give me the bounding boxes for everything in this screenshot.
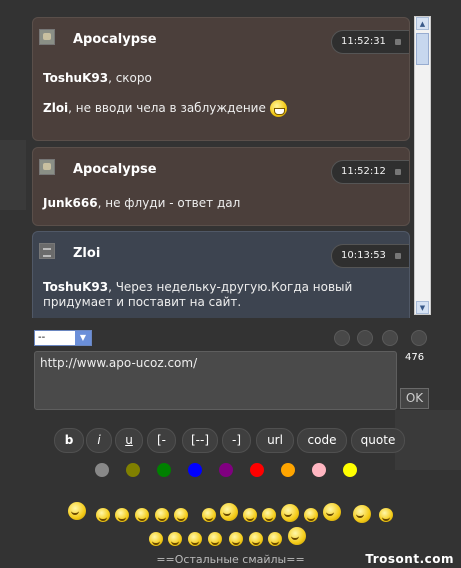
chat-message-list[interactable]: Apocalypse 11:52:31 ToshuK93, скоро Zloi… — [26, 12, 432, 318]
message-text: , не вводи чела в заблуждение — [68, 101, 266, 115]
smiley-icon[interactable] — [188, 532, 202, 546]
delete-icon[interactable] — [395, 39, 401, 45]
smiley-icon[interactable] — [220, 503, 238, 521]
smiley-icon[interactable] — [304, 508, 318, 522]
message-body: ToshuK93, скоро — [43, 71, 399, 86]
smiley-icon[interactable] — [208, 532, 222, 546]
chat-message: Apocalypse 11:52:31 ToshuK93, скоро Zloi… — [32, 17, 410, 141]
avatar — [39, 159, 55, 175]
arrow-icon[interactable] — [411, 330, 427, 346]
char-counter: 476 — [405, 352, 425, 363]
scroll-down-icon[interactable]: ▼ — [416, 301, 429, 314]
watermark: Trosont.com — [365, 552, 454, 566]
undo-icon[interactable] — [334, 330, 350, 346]
smiley-icon[interactable] — [379, 508, 393, 522]
message-input[interactable]: http://www.apo-ucoz.com/ — [34, 351, 397, 410]
color-pink[interactable] — [312, 463, 326, 477]
smiley-icon[interactable] — [115, 508, 129, 522]
message-body: Junk666, не флуди - ответ дал — [43, 196, 399, 211]
delete-icon[interactable] — [395, 169, 401, 175]
select-value: -- — [38, 332, 46, 343]
smiley-icon[interactable] — [168, 532, 182, 546]
smiley-icon[interactable] — [249, 532, 263, 546]
nick-link[interactable]: Zloi — [43, 101, 68, 115]
color-gray[interactable] — [95, 463, 109, 477]
message-text: , скоро — [108, 71, 152, 85]
italic-button[interactable]: i — [86, 428, 112, 453]
chat-message: Apocalypse 11:52:12 Junk666, не флуди - … — [32, 147, 410, 226]
nick-link[interactable]: Junk666 — [43, 196, 98, 210]
smiley-icon[interactable] — [135, 508, 149, 522]
smiley-icon[interactable] — [323, 503, 341, 521]
message-text: придумает и поставит на сайт. — [43, 295, 242, 309]
bold-button[interactable]: b — [54, 428, 84, 453]
message-text: , Через недельку-другую.Когда новый — [108, 280, 353, 294]
chat-scrollbar[interactable]: ▲ ▼ — [414, 16, 431, 315]
smiley-icon[interactable] — [149, 532, 163, 546]
message-body: ToshuK93, Через недельку-другую.Когда но… — [43, 280, 399, 310]
code-button[interactable]: code — [297, 428, 347, 453]
message-author[interactable]: Zloi — [73, 246, 100, 261]
message-time: 10:13:53 — [331, 244, 409, 268]
smiley-icon[interactable] — [68, 502, 86, 520]
message-author[interactable]: Apocalypse — [73, 32, 157, 47]
color-purple[interactable] — [219, 463, 233, 477]
color-green[interactable] — [157, 463, 171, 477]
color-yellow[interactable] — [343, 463, 357, 477]
message-time: 11:52:31 — [331, 30, 409, 54]
send-button[interactable]: OK — [400, 388, 429, 409]
refresh-icon[interactable] — [357, 330, 373, 346]
align-center-button[interactable]: [--] — [182, 428, 218, 453]
grin-icon — [269, 100, 287, 117]
align-right-button[interactable]: -] — [222, 428, 251, 453]
smiley-icon[interactable] — [262, 508, 276, 522]
smiley-icon[interactable] — [96, 508, 110, 522]
chevron-down-icon[interactable]: ▼ — [75, 331, 91, 345]
scroll-up-icon[interactable]: ▲ — [416, 17, 429, 30]
scroll-thumb[interactable] — [416, 33, 429, 65]
options-icon[interactable] — [382, 330, 398, 346]
color-olive[interactable] — [126, 463, 140, 477]
smiley-icon[interactable] — [268, 532, 282, 546]
message-text: , не флуди - ответ дал — [97, 196, 241, 210]
time-label: 11:52:12 — [341, 166, 386, 177]
color-orange[interactable] — [281, 463, 295, 477]
smiley-icon[interactable] — [174, 508, 188, 522]
smiley-icon[interactable] — [288, 527, 306, 545]
quote-button[interactable]: quote — [351, 428, 405, 453]
nick-link[interactable]: ToshuK93 — [43, 71, 108, 85]
message-body: Zloi, не вводи чела в заблуждение — [43, 100, 399, 117]
underline-button[interactable]: u — [115, 428, 143, 453]
time-label: 11:52:31 — [341, 36, 386, 47]
delete-icon[interactable] — [395, 253, 401, 259]
color-red[interactable] — [250, 463, 264, 477]
avatar — [39, 243, 55, 259]
smiley-icon[interactable] — [281, 504, 299, 522]
message-time: 11:52:12 — [331, 160, 409, 184]
avatar — [39, 29, 55, 45]
color-blue[interactable] — [188, 463, 202, 477]
smiley-icon[interactable] — [155, 508, 169, 522]
smiley-icon[interactable] — [243, 508, 257, 522]
smiley-icon[interactable] — [353, 505, 371, 523]
align-left-button[interactable]: [- — [147, 428, 176, 453]
url-button[interactable]: url — [256, 428, 294, 453]
smiley-icon[interactable] — [202, 508, 216, 522]
message-author[interactable]: Apocalypse — [73, 162, 157, 177]
mode-select[interactable]: -- ▼ — [34, 330, 92, 346]
nick-link[interactable]: ToshuK93 — [43, 280, 108, 294]
chat-message: Zloi 10:13:53 ToshuK93, Через недельку-д… — [32, 231, 410, 318]
background-block — [0, 140, 26, 210]
smiley-icon[interactable] — [229, 532, 243, 546]
time-label: 10:13:53 — [341, 250, 386, 261]
